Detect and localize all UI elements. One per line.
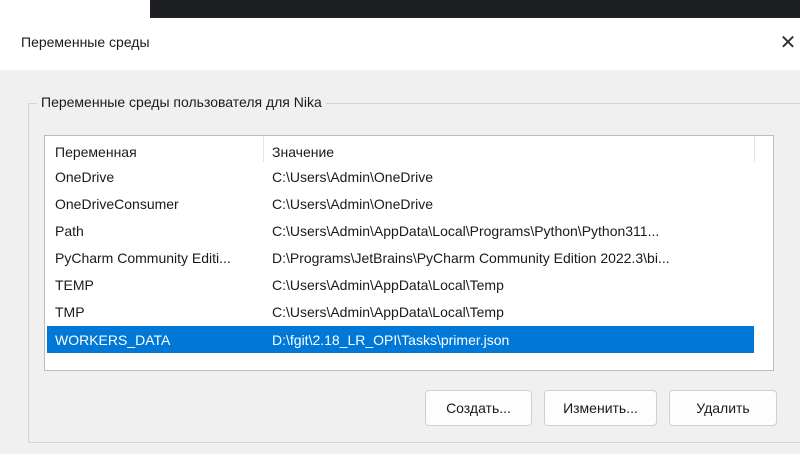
list-item[interactable]: TMP C:\Users\Admin\AppData\Local\Temp xyxy=(45,298,773,325)
variable-value: D:\Programs\JetBrains\PyCharm Community … xyxy=(272,250,670,266)
variable-name: Path xyxy=(55,223,84,239)
variable-name: TMP xyxy=(55,304,85,320)
create-button[interactable]: Создать... xyxy=(425,390,532,426)
variable-value: C:\Users\Admin\AppData\Local\Programs\Py… xyxy=(272,223,660,239)
variable-name: OneDrive xyxy=(55,169,115,185)
variable-value: D:\fgit\2.18_LR_OPI\Tasks\primer.json xyxy=(272,332,510,348)
list-item[interactable]: TEMP C:\Users\Admin\AppData\Local\Temp xyxy=(45,271,773,298)
user-variables-list[interactable]: Переменная Значение OneDrive C:\Users\Ad… xyxy=(44,135,774,371)
variable-value: C:\Users\Admin\AppData\Local\Temp xyxy=(272,304,504,320)
list-item-selected[interactable]: WORKERS_DATA D:\fgit\2.18_LR_OPI\Tasks\p… xyxy=(47,326,754,353)
variable-value: C:\Users\Admin\OneDrive xyxy=(272,196,434,212)
column-header-variable[interactable]: Переменная xyxy=(55,144,137,160)
variable-name: PyCharm Community Editi... xyxy=(55,250,231,266)
column-divider[interactable] xyxy=(263,136,264,162)
list-item[interactable]: OneDriveConsumer C:\Users\Admin\OneDrive xyxy=(45,190,773,217)
variable-name: WORKERS_DATA xyxy=(55,332,171,348)
list-item[interactable]: OneDrive C:\Users\Admin\OneDrive xyxy=(45,163,773,190)
background-window xyxy=(0,0,800,18)
list-item[interactable]: PyCharm Community Editi... D:\Programs\J… xyxy=(45,244,773,271)
delete-button[interactable]: Удалить xyxy=(669,390,777,426)
variable-value: C:\Users\Admin\OneDrive xyxy=(272,169,434,185)
column-header-value[interactable]: Значение xyxy=(272,144,334,160)
variable-name: TEMP xyxy=(55,277,94,293)
dialog-title: Переменные среды xyxy=(21,34,150,50)
list-header: Переменная Значение xyxy=(45,136,773,163)
variable-name: OneDriveConsumer xyxy=(55,196,179,212)
background-editor xyxy=(150,0,800,18)
edit-button[interactable]: Изменить... xyxy=(544,390,657,426)
close-icon[interactable]: ✕ xyxy=(776,28,800,58)
dialog-titlebar: Переменные среды ✕ xyxy=(0,18,800,70)
variable-value: C:\Users\Admin\AppData\Local\Temp xyxy=(272,277,504,293)
user-variables-group-label: Переменные среды пользователя для Nika xyxy=(37,94,326,110)
list-item[interactable]: Path C:\Users\Admin\AppData\Local\Progra… xyxy=(45,217,773,244)
column-divider[interactable] xyxy=(754,136,755,162)
